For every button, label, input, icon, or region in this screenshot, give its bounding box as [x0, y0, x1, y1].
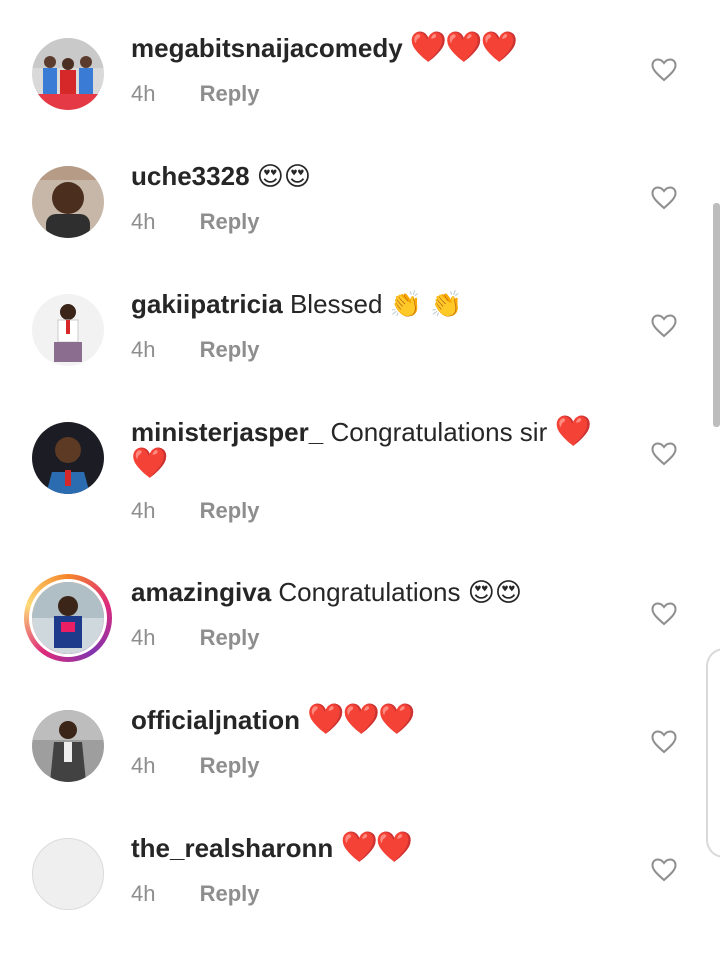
comment-text: gakiipatricia Blessed 👏 👏: [131, 288, 611, 321]
heart-outline-icon[interactable]: [650, 56, 678, 84]
comment-meta: 4h Reply: [131, 881, 260, 907]
heart-outline-icon[interactable]: [650, 440, 678, 468]
comment-timestamp: 4h: [131, 209, 156, 234]
avatar-photo: [32, 294, 104, 366]
comment-username[interactable]: ministerjasper_: [131, 417, 323, 447]
heart-outline-icon[interactable]: [650, 312, 678, 340]
comment-emoji: 😍😍: [467, 578, 522, 608]
comment-meta: 4h Reply: [131, 337, 260, 363]
comment-emoji: 👏 👏: [389, 290, 463, 320]
comment-username[interactable]: gakiipatricia: [131, 289, 283, 319]
avatar: [29, 579, 107, 657]
avatar[interactable]: [32, 838, 104, 910]
comment-meta: 4h Reply: [131, 81, 260, 107]
comment-text: megabitsnaijacomedy ❤️❤️❤️: [131, 32, 611, 64]
avatar[interactable]: [32, 710, 104, 782]
avatar[interactable]: [32, 166, 104, 238]
scrollbar-thumb[interactable]: [713, 203, 720, 427]
comment-username[interactable]: the_realsharonn: [131, 833, 333, 863]
reply-button[interactable]: Reply: [200, 625, 260, 650]
avatar-photo: [32, 38, 104, 110]
comment-text: ministerjasper_ Congratulations sir ❤️ ❤…: [131, 416, 611, 480]
comment-username[interactable]: amazingiva: [131, 577, 271, 607]
avatar-story-ring[interactable]: [24, 574, 112, 662]
comment-username[interactable]: uche3328: [131, 161, 250, 191]
comment-emoji: ❤️❤️❤️: [307, 702, 415, 737]
comment-timestamp: 4h: [131, 753, 156, 778]
heart-outline-icon[interactable]: [650, 600, 678, 628]
avatar[interactable]: [32, 422, 104, 494]
avatar-photo: [32, 710, 104, 782]
edge-panel-handle[interactable]: [706, 648, 720, 858]
comment-meta: 4h Reply: [131, 209, 260, 235]
comment-timestamp: 4h: [131, 337, 156, 362]
comment-text: officialjnation ❤️❤️❤️: [131, 704, 611, 736]
reply-button[interactable]: Reply: [200, 209, 260, 234]
comment-timestamp: 4h: [131, 498, 156, 523]
reply-button[interactable]: Reply: [200, 337, 260, 362]
avatar[interactable]: [32, 38, 104, 110]
comment-text: uche3328 😍😍: [131, 160, 611, 193]
reply-button[interactable]: Reply: [200, 881, 260, 906]
comment-meta: 4h Reply: [131, 498, 260, 524]
comment-body: Blessed: [289, 289, 383, 319]
avatar-photo: [32, 166, 104, 238]
avatar-photo: [32, 582, 104, 654]
comment-username[interactable]: officialjnation: [131, 705, 300, 735]
reply-button[interactable]: Reply: [200, 753, 260, 778]
comment-emoji: 😍😍: [256, 162, 311, 192]
comment-text: amazingiva Congratulations 😍😍: [131, 576, 611, 609]
comment-meta: 4h Reply: [131, 625, 260, 651]
comment-emoji: ❤️❤️: [340, 830, 414, 865]
comment-meta: 4h Reply: [131, 753, 260, 779]
comment-emoji: ❤️❤️❤️: [409, 30, 518, 65]
heart-outline-icon[interactable]: [650, 856, 678, 884]
avatar-photo: [32, 422, 104, 494]
reply-button[interactable]: Reply: [200, 81, 260, 106]
comment-body: Congratulations sir: [330, 417, 548, 447]
reply-button[interactable]: Reply: [200, 498, 260, 523]
comment-timestamp: 4h: [131, 81, 156, 106]
comment-body: Congratulations: [278, 577, 461, 607]
heart-outline-icon[interactable]: [650, 184, 678, 212]
comment-timestamp: 4h: [131, 881, 156, 906]
comment-username[interactable]: megabitsnaijacomedy: [131, 33, 403, 63]
comment-text: the_realsharonn ❤️❤️: [131, 832, 611, 864]
comment-timestamp: 4h: [131, 625, 156, 650]
heart-outline-icon[interactable]: [650, 728, 678, 756]
avatar[interactable]: [32, 294, 104, 366]
